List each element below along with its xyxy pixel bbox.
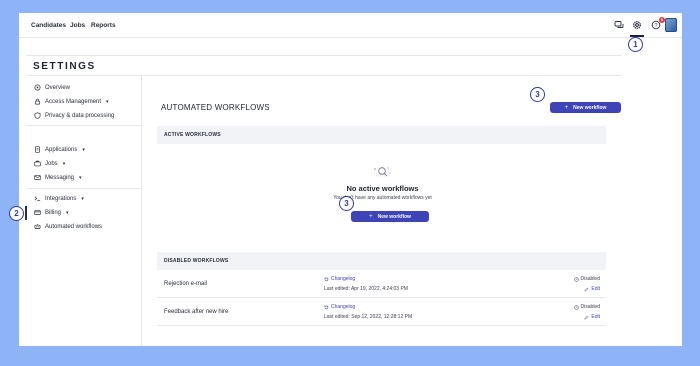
changelog-link[interactable]: Changelog bbox=[324, 276, 355, 282]
sidebar-item-label: Integrations bbox=[45, 195, 77, 202]
disabled-workflows-header: DISABLED WORKFLOWS bbox=[157, 252, 606, 270]
sidebar-item-label: Messaging bbox=[45, 174, 75, 181]
briefcase-icon bbox=[34, 160, 41, 167]
lock-icon bbox=[34, 98, 41, 105]
edit-label: Edit bbox=[591, 314, 600, 320]
workflow-name: Feedback after new hire bbox=[164, 309, 229, 315]
sidebar-item-label: Access Management bbox=[45, 98, 102, 105]
sidebar-group-recruiting: Applications ▾ Jobs ▾ Messaging ▾ bbox=[26, 126, 142, 189]
edit-label: Edit bbox=[591, 286, 600, 292]
annotation-callout: 1 bbox=[628, 37, 643, 52]
pencil-icon bbox=[584, 315, 589, 320]
chevron-down-icon: ▾ bbox=[82, 146, 85, 153]
terminal-icon bbox=[34, 195, 41, 202]
sidebar-item-automated-workflows[interactable]: Automated workflows bbox=[34, 223, 102, 230]
nav-candidates[interactable]: Candidates bbox=[31, 22, 66, 29]
nav-reports[interactable]: Reports bbox=[91, 22, 116, 29]
annotation-callout: 2 bbox=[9, 206, 24, 221]
app-window: Candidates Jobs Reports ? 5 SETTINGS Ove… bbox=[19, 13, 682, 346]
new-workflow-button[interactable]: + New workflow bbox=[550, 102, 621, 113]
sidebar-item-overview[interactable]: Overview bbox=[34, 84, 70, 91]
chat-icon[interactable] bbox=[613, 19, 625, 31]
page-title: SETTINGS bbox=[33, 61, 96, 72]
credit-card-icon bbox=[34, 209, 41, 216]
active-sidebar-marker bbox=[25, 206, 27, 220]
empty-state-illustration bbox=[374, 167, 391, 177]
chevron-down-icon: ▾ bbox=[79, 174, 82, 181]
changelog-link[interactable]: Changelog bbox=[324, 304, 355, 310]
status-label: Disabled bbox=[580, 276, 600, 282]
last-edited: Last edited: Sep 12, 2022, 12:28:12 PM bbox=[324, 314, 413, 320]
history-icon bbox=[324, 277, 329, 282]
sidebar-item-label: Automated workflows bbox=[45, 223, 103, 230]
empty-state-title: No active workflows bbox=[346, 184, 419, 193]
sidebar-item-jobs[interactable]: Jobs ▾ bbox=[34, 160, 65, 167]
document-icon bbox=[34, 146, 41, 153]
sidebar-item-label: Privacy & data processing bbox=[45, 112, 115, 119]
status-label: Disabled bbox=[580, 304, 600, 310]
workflow-icon bbox=[34, 223, 41, 230]
gear-icon[interactable] bbox=[631, 19, 643, 31]
main-content: AUTOMATED WORKFLOWS + New workflow ACTIV… bbox=[143, 75, 622, 346]
top-navigation: Candidates Jobs Reports ? 5 bbox=[19, 13, 682, 38]
clock-icon bbox=[573, 304, 579, 310]
sidebar-item-applications[interactable]: Applications ▾ bbox=[34, 146, 85, 153]
help-icon[interactable]: ? 5 bbox=[650, 17, 665, 31]
sidebar-item-messaging[interactable]: Messaging ▾ bbox=[34, 174, 82, 181]
home-icon bbox=[34, 84, 41, 91]
envelope-icon bbox=[34, 174, 41, 181]
annotation-callout: 3 bbox=[530, 87, 545, 102]
active-workflows-header: ACTIVE WORKFLOWS bbox=[157, 126, 606, 144]
edit-link[interactable]: Edit bbox=[584, 314, 600, 320]
sidebar-item-label: Jobs bbox=[45, 160, 58, 167]
new-workflow-button-empty[interactable]: + New workflow bbox=[351, 211, 429, 222]
chevron-down-icon: ▾ bbox=[66, 209, 69, 216]
sidebar-item-label: Billing bbox=[45, 209, 62, 216]
plus-icon: + bbox=[564, 104, 569, 111]
sidebar-item-billing[interactable]: Billing ▾ bbox=[34, 209, 69, 216]
status-badge: Disabled bbox=[573, 304, 600, 310]
shield-icon bbox=[34, 112, 41, 119]
edit-link[interactable]: Edit bbox=[584, 286, 600, 292]
clock-icon bbox=[573, 276, 579, 282]
plus-icon: + bbox=[369, 213, 373, 220]
pencil-icon bbox=[584, 287, 589, 292]
new-workflow-label: New workflow bbox=[573, 104, 607, 111]
sidebar-item-access-management[interactable]: Access Management ▾ bbox=[34, 98, 109, 105]
sidebar-group-general: Overview Access Management ▾ Privacy & d… bbox=[26, 76, 142, 126]
nav-jobs[interactable]: Jobs bbox=[70, 22, 85, 29]
chevron-down-icon: ▾ bbox=[62, 160, 66, 167]
new-workflow-label: New workflow bbox=[377, 213, 411, 220]
chevron-down-icon: ▾ bbox=[81, 195, 84, 202]
chevron-down-icon: ▾ bbox=[106, 98, 109, 105]
avatar[interactable] bbox=[665, 18, 677, 32]
workflow-row: Feedback after new hire Changelog Last e… bbox=[157, 300, 606, 326]
last-edited: Last edited: Apr 19, 2022, 4:24:03 PM bbox=[324, 286, 408, 292]
history-icon bbox=[324, 305, 329, 310]
empty-state-subtitle: You don't have any automated workflows y… bbox=[333, 195, 432, 201]
status-badge: Disabled bbox=[573, 276, 600, 282]
workflow-name: Rejection e-mail bbox=[164, 281, 208, 287]
changelog-label: Changelog bbox=[331, 304, 356, 310]
sidebar-item-privacy[interactable]: Privacy & data processing bbox=[34, 112, 114, 119]
section-title: AUTOMATED WORKFLOWS bbox=[161, 103, 270, 112]
svg-text:?: ? bbox=[655, 23, 658, 29]
annotation-callout: 3 bbox=[339, 196, 354, 211]
settings-sidebar: Overview Access Management ▾ Privacy & d… bbox=[26, 75, 142, 346]
sidebar-item-label: Overview bbox=[45, 84, 71, 91]
sidebar-item-label: Applications bbox=[45, 146, 78, 153]
changelog-label: Changelog bbox=[331, 276, 356, 282]
workflow-row: Rejection e-mail Changelog Last edited: … bbox=[157, 272, 606, 298]
sidebar-item-integrations[interactable]: Integrations ▾ bbox=[34, 195, 84, 202]
